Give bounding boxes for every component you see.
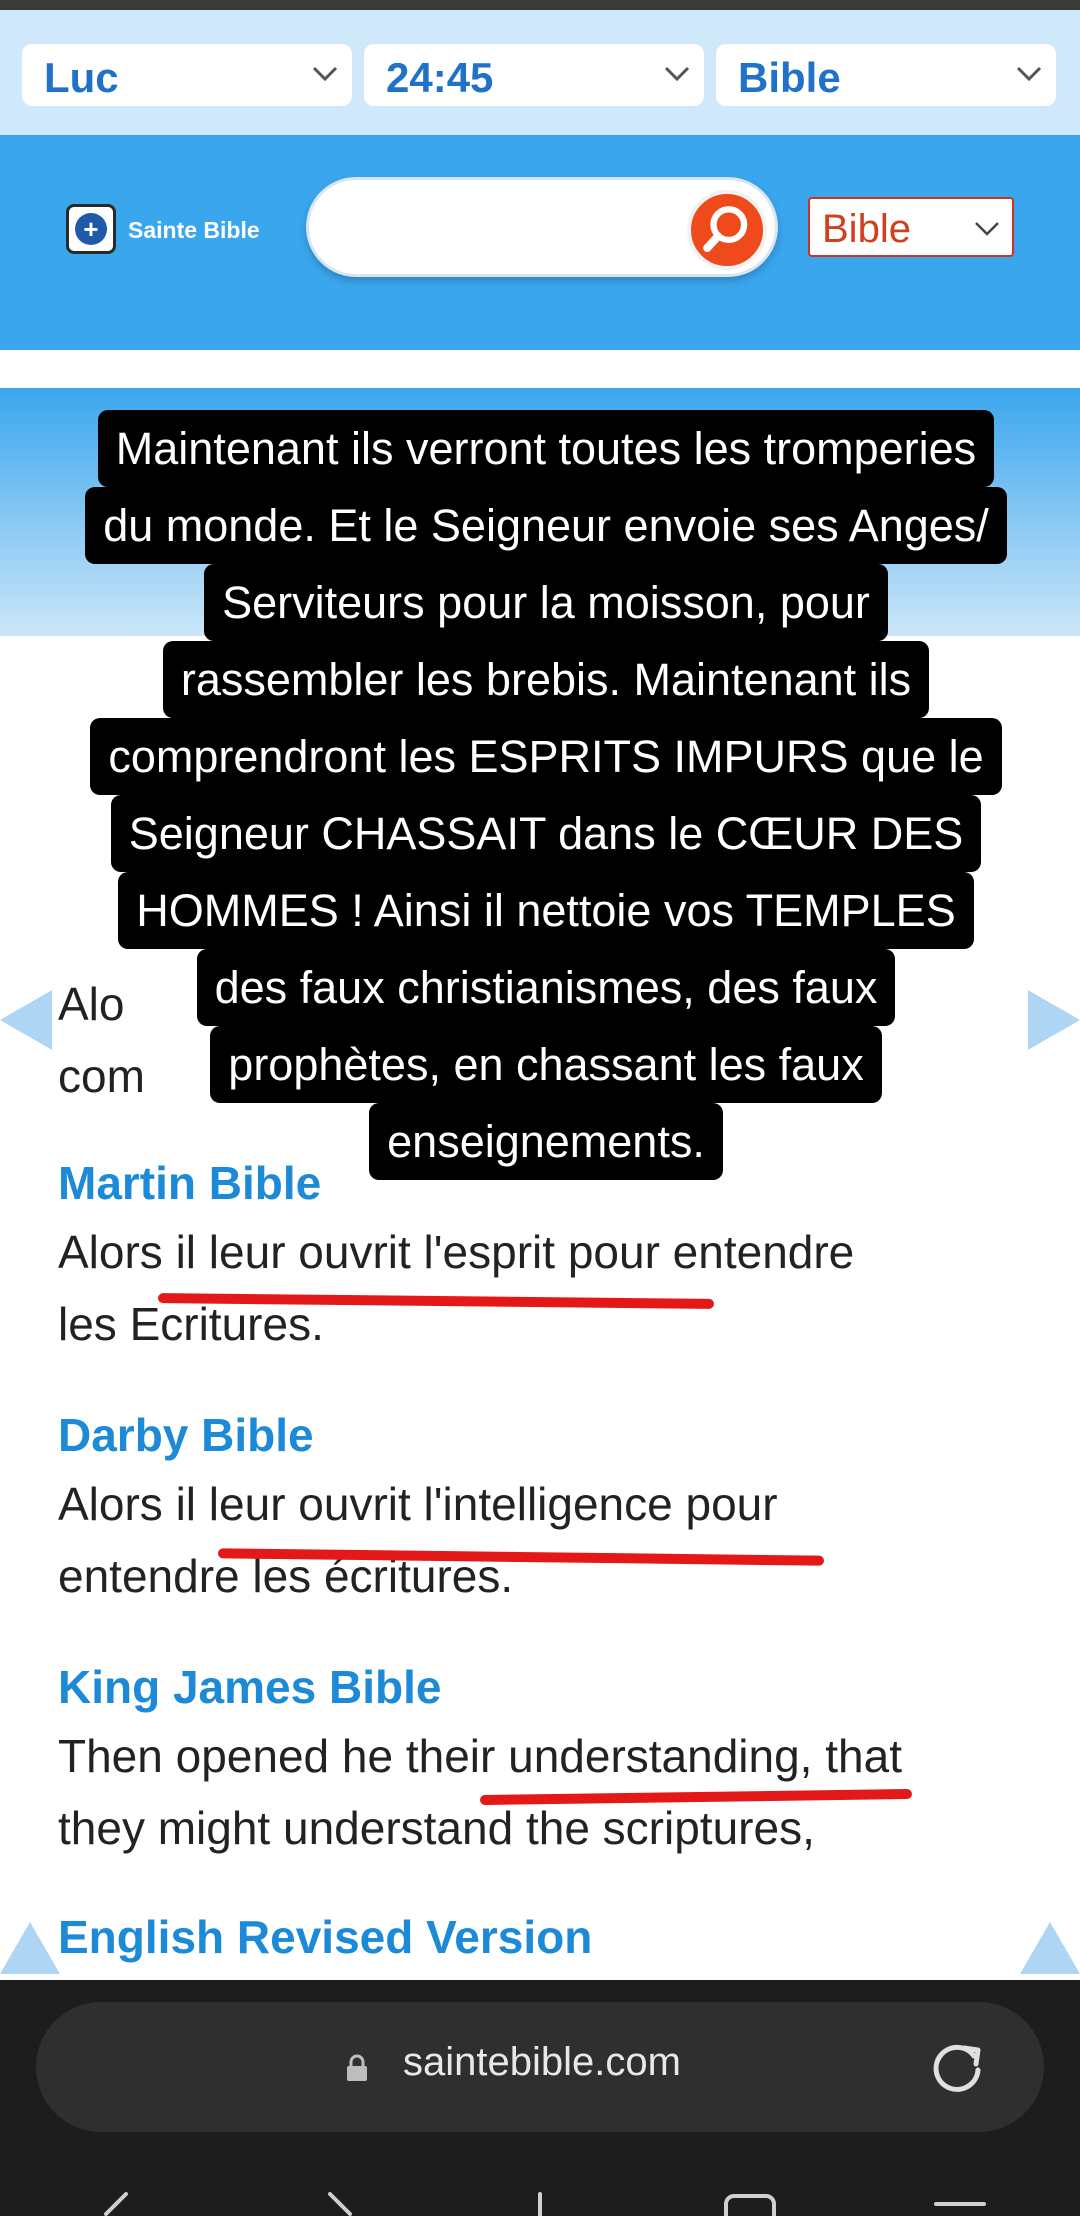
browser-toolbar: saintebible.com bbox=[0, 1980, 1080, 2216]
site-header: + Sainte Bible Bible bbox=[0, 135, 1080, 350]
address-bar[interactable]: saintebible.com bbox=[36, 2002, 1044, 2132]
caption-line: prophètes, en chassant les faux bbox=[210, 1026, 882, 1103]
back-arrow-icon[interactable] bbox=[96, 2192, 136, 2216]
caption-line: Serviteurs pour la moisson, pour bbox=[204, 564, 888, 641]
book-select[interactable]: Luc bbox=[22, 44, 352, 106]
scroll-up-arrow-icon[interactable] bbox=[0, 1922, 60, 1974]
lock-icon bbox=[347, 2054, 367, 2081]
caption-line: comprendront les ESPRITS IMPURS que le bbox=[90, 718, 1002, 795]
scroll-up-arrow-icon[interactable] bbox=[1020, 1922, 1080, 1974]
caption-line: Maintenant ils verront toutes les trompe… bbox=[97, 410, 995, 487]
reload-icon[interactable] bbox=[928, 2038, 986, 2096]
chapter-verse-select[interactable]: 24:45 bbox=[364, 44, 704, 106]
book-select-value: Luc bbox=[44, 54, 119, 101]
share-icon[interactable] bbox=[520, 2192, 560, 2216]
source-select-value: Bible bbox=[738, 54, 841, 101]
caption-overlay: Maintenant ils verront toutes les trompe… bbox=[18, 410, 1074, 1180]
version-heading-darby[interactable]: Darby Bible bbox=[58, 1408, 314, 1462]
caption-line: Seigneur CHASSAIT dans le CŒUR DES bbox=[110, 795, 982, 872]
search-icon bbox=[703, 206, 748, 253]
site-logo[interactable]: + Sainte Bible bbox=[66, 201, 286, 259]
bible-logo-icon: + bbox=[66, 204, 116, 254]
chevron-down-icon bbox=[975, 222, 999, 236]
caption-line: rassembler les brebis. Maintenant ils bbox=[162, 641, 930, 718]
menu-icon[interactable] bbox=[930, 2192, 990, 2216]
forward-arrow-icon[interactable] bbox=[320, 2192, 360, 2216]
version-heading-kjv[interactable]: King James Bible bbox=[58, 1660, 441, 1714]
search-button[interactable] bbox=[687, 190, 767, 270]
version-select[interactable]: Bible bbox=[808, 197, 1014, 257]
verse-text-martin: Alors il leur ouvrit l'esprit pour enten… bbox=[58, 1226, 855, 1350]
search-box bbox=[306, 177, 778, 277]
caption-line: enseignements. bbox=[369, 1103, 723, 1180]
chevron-down-icon bbox=[1016, 66, 1042, 82]
chapter-verse-value: 24:45 bbox=[386, 54, 494, 101]
tabs-icon[interactable] bbox=[720, 2192, 780, 2216]
status-strip bbox=[0, 0, 1080, 10]
caption-line: HOMMES ! Ainsi il nettoie vos TEMPLES bbox=[118, 872, 974, 949]
caption-line: des faux christianismes, des faux bbox=[196, 949, 896, 1026]
source-select[interactable]: Bible bbox=[716, 44, 1056, 106]
logo-text: Sainte Bible bbox=[128, 217, 260, 243]
caption-line: du monde. Et le Seigneur envoie ses Ange… bbox=[85, 487, 1007, 564]
verse-text-darby: Alors il leur ouvrit l'intelligence pour… bbox=[58, 1478, 778, 1602]
selector-bar: Luc 24:45 Bible bbox=[0, 10, 1080, 135]
chevron-down-icon bbox=[664, 66, 690, 82]
search-input[interactable] bbox=[335, 206, 675, 252]
chevron-down-icon bbox=[312, 66, 338, 82]
version-heading-erv[interactable]: English Revised Version bbox=[58, 1910, 592, 1964]
version-select-value: Bible bbox=[822, 207, 911, 251]
system-nav-bar bbox=[0, 2192, 1080, 2216]
url-text: saintebible.com bbox=[403, 2040, 681, 2084]
